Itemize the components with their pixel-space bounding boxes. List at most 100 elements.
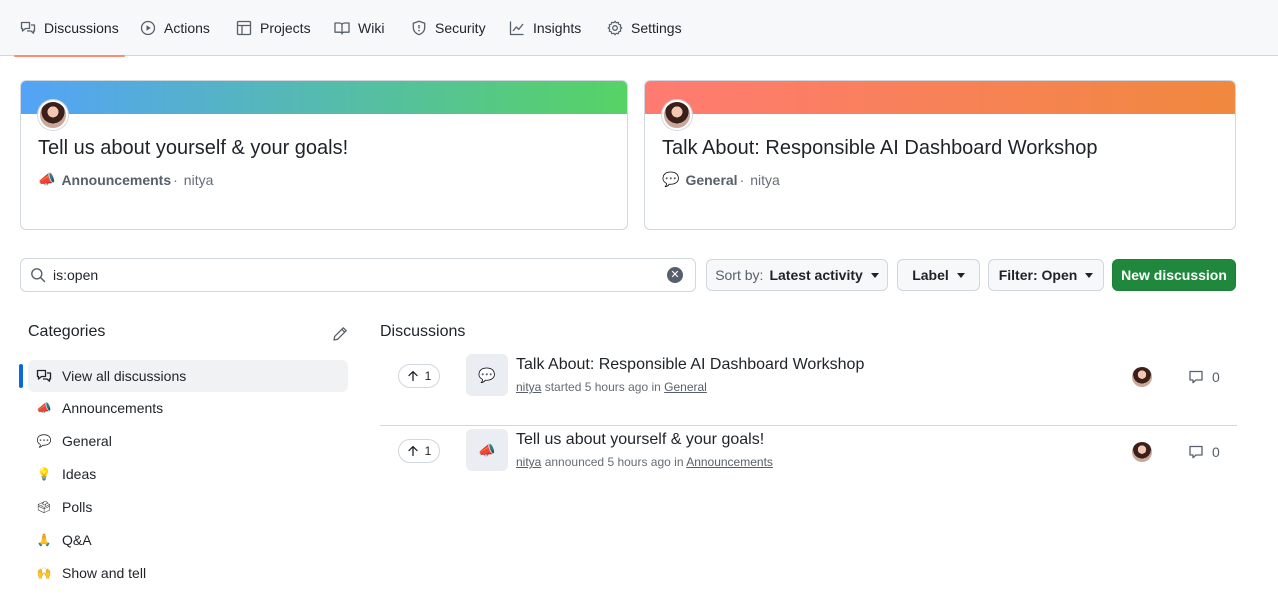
discussion-row: 1 💬 Talk About: Responsible AI Dashboard… bbox=[380, 352, 1237, 426]
sidebar-item-view-all[interactable]: View all discussions bbox=[19, 360, 348, 392]
comment-count[interactable]: 0 bbox=[1188, 444, 1220, 460]
clear-search-icon[interactable]: ✕ bbox=[667, 267, 683, 283]
category-emoji-box: 📣 bbox=[466, 429, 508, 471]
discussion-meta: nitya started 5 hours ago in General bbox=[516, 380, 707, 394]
qa-icon: 🙏 bbox=[36, 533, 52, 547]
sidebar-item-label: General bbox=[62, 433, 112, 449]
card-category[interactable]: General bbox=[685, 172, 737, 188]
discussion-meta: nitya announced 5 hours ago in Announcem… bbox=[516, 455, 773, 469]
tab-label: Security bbox=[435, 20, 486, 36]
discussion-time: 5 hours ago bbox=[584, 380, 649, 394]
arrow-up-icon bbox=[408, 370, 418, 382]
comment-count-value: 0 bbox=[1212, 369, 1220, 385]
in-word: in bbox=[651, 380, 661, 394]
arrow-up-icon bbox=[408, 445, 418, 457]
lightbulb-icon: 💡 bbox=[36, 467, 52, 481]
discussion-time: 5 hours ago bbox=[607, 455, 671, 469]
sidebar-item-announcements[interactable]: 📣 Announcements bbox=[28, 392, 348, 424]
discussions-icon bbox=[20, 21, 36, 34]
tab-discussions[interactable]: Discussions bbox=[14, 0, 125, 57]
discussion-title-link[interactable]: Talk About: Responsible AI Dashboard Wor… bbox=[516, 356, 864, 374]
sort-dropdown[interactable]: Sort by: Latest activity bbox=[706, 259, 888, 291]
tab-label: Wiki bbox=[358, 20, 385, 36]
avatar[interactable] bbox=[1132, 367, 1152, 387]
tab-insights[interactable]: Insights bbox=[509, 0, 581, 56]
sort-value: Latest activity bbox=[769, 267, 863, 283]
search-input[interactable] bbox=[53, 267, 613, 283]
card-banner bbox=[21, 81, 627, 114]
card-author[interactable]: nitya bbox=[750, 172, 780, 188]
pinned-discussion-card[interactable]: Tell us about yourself & your goals! 📣 A… bbox=[20, 80, 628, 230]
new-discussion-button[interactable]: New discussion bbox=[1112, 259, 1236, 291]
category-link[interactable]: General bbox=[664, 380, 707, 394]
speech-bubble-icon: 💬 bbox=[662, 171, 680, 187]
discussion-row: 1 📣 Tell us about yourself & your goals!… bbox=[380, 427, 1237, 501]
sidebar-item-label: Ideas bbox=[62, 466, 97, 482]
graph-icon bbox=[509, 21, 524, 36]
avatar[interactable] bbox=[662, 100, 692, 130]
filter-dropdown[interactable]: Filter: Open bbox=[988, 259, 1104, 291]
raised-hands-icon: 🙌 bbox=[36, 566, 52, 580]
pinned-discussion-card[interactable]: Talk About: Responsible AI Dashboard Wor… bbox=[644, 80, 1236, 230]
discussion-action: announced bbox=[544, 455, 605, 469]
card-meta: 💬 General · nitya bbox=[662, 171, 780, 188]
comment-count[interactable]: 0 bbox=[1188, 369, 1220, 385]
tab-actions[interactable]: Actions bbox=[140, 0, 210, 56]
card-title[interactable]: Talk About: Responsible AI Dashboard Wor… bbox=[662, 137, 1097, 160]
pencil-icon[interactable] bbox=[332, 326, 348, 342]
sidebar-item-show-and-tell[interactable]: 🙌 Show and tell bbox=[28, 557, 348, 589]
category-link[interactable]: Announcements bbox=[686, 455, 773, 469]
chevron-down-icon bbox=[870, 272, 879, 278]
avatar[interactable] bbox=[38, 100, 68, 130]
megaphone-icon: 📣 bbox=[478, 441, 496, 458]
comment-count-value: 0 bbox=[1212, 444, 1220, 460]
tab-label: Settings bbox=[631, 20, 682, 36]
comment-icon bbox=[1189, 445, 1203, 459]
card-banner bbox=[645, 81, 1235, 114]
search-box[interactable]: ✕ bbox=[20, 258, 696, 292]
discussions-icon bbox=[36, 369, 52, 382]
card-title[interactable]: Tell us about yourself & your goals! bbox=[38, 137, 348, 160]
categories-heading: Categories bbox=[28, 323, 106, 340]
gear-icon bbox=[607, 20, 623, 36]
discussion-action: started bbox=[544, 380, 582, 394]
sidebar-item-general[interactable]: 💬 General bbox=[28, 425, 348, 457]
megaphone-icon: 📣 bbox=[36, 401, 52, 415]
tab-label: Projects bbox=[260, 20, 311, 36]
label-text: Label bbox=[912, 267, 949, 283]
discussion-title-link[interactable]: Tell us about yourself & your goals! bbox=[516, 431, 764, 449]
sidebar-item-polls[interactable]: 🗳 Polls bbox=[28, 491, 348, 523]
sidebar-item-label: Announcements bbox=[62, 400, 164, 416]
search-icon bbox=[31, 268, 46, 283]
card-author[interactable]: nitya bbox=[184, 172, 214, 188]
label-dropdown[interactable]: Label bbox=[897, 259, 980, 291]
sidebar-item-ideas[interactable]: 💡 Ideas bbox=[28, 458, 348, 490]
avatar[interactable] bbox=[1132, 442, 1152, 462]
tab-settings[interactable]: Settings bbox=[607, 0, 682, 56]
filter-text: Filter: Open bbox=[998, 267, 1078, 283]
tab-label: Actions bbox=[164, 20, 210, 36]
author-link[interactable]: nitya bbox=[516, 380, 541, 394]
upvote-button[interactable]: 1 bbox=[398, 364, 440, 388]
card-category[interactable]: Announcements bbox=[61, 172, 171, 188]
sidebar-item-label: View all discussions bbox=[62, 368, 187, 384]
sidebar-item-label: Polls bbox=[62, 499, 93, 515]
upvote-button[interactable]: 1 bbox=[398, 439, 440, 463]
sort-prefix: Sort by: bbox=[715, 267, 764, 283]
meta-separator: · bbox=[739, 171, 745, 188]
category-emoji-box: 💬 bbox=[466, 354, 508, 396]
shield-icon bbox=[412, 20, 426, 36]
table-icon bbox=[236, 20, 252, 36]
speech-bubble-icon: 💬 bbox=[478, 366, 496, 383]
chevron-down-icon bbox=[1085, 272, 1094, 278]
author-link[interactable]: nitya bbox=[516, 455, 541, 469]
chevron-down-icon bbox=[956, 272, 965, 278]
sidebar-item-qa[interactable]: 🙏 Q&A bbox=[28, 524, 348, 556]
tab-security[interactable]: Security bbox=[411, 0, 486, 56]
comment-icon bbox=[1189, 370, 1203, 384]
speech-bubble-icon: 💬 bbox=[36, 434, 52, 448]
tab-wiki[interactable]: Wiki bbox=[334, 0, 384, 56]
discussions-heading: Discussions bbox=[380, 323, 466, 340]
sidebar-item-label: Q&A bbox=[62, 532, 92, 548]
tab-projects[interactable]: Projects bbox=[236, 0, 311, 56]
